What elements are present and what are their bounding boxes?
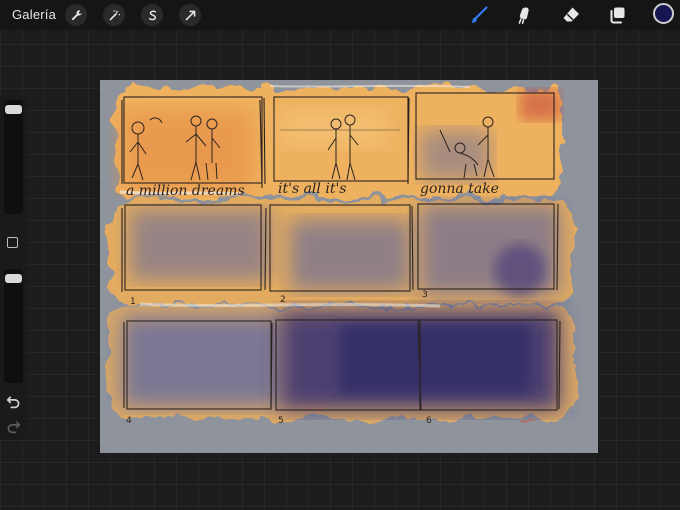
captions: a million dreams it's all it's gonna tak… <box>126 181 499 199</box>
opacity-slider[interactable] <box>4 269 23 383</box>
wrench-icon <box>71 9 82 20</box>
smudge-tool-button[interactable] <box>512 3 536 27</box>
panel-number-6: 6 <box>426 416 432 426</box>
drawing-canvas[interactable]: a million dreams it's all it's gonna tak… <box>100 80 598 453</box>
selection-button[interactable] <box>141 4 163 26</box>
layers-button[interactable] <box>605 3 629 27</box>
row2-wash <box>108 200 574 304</box>
actions-button[interactable] <box>65 4 87 26</box>
adjustments-button[interactable] <box>103 4 125 26</box>
caption-2: it's all it's <box>278 181 346 197</box>
layers-icon <box>610 7 625 24</box>
panel-number-4: 4 <box>126 416 132 426</box>
artist-signature <box>519 419 536 423</box>
top-toolbar: Galería <box>0 0 680 30</box>
row3-wash <box>108 306 576 418</box>
opacity-thumb[interactable] <box>5 274 22 283</box>
redo-icon[interactable] <box>5 418 22 435</box>
left-sidebar <box>0 95 27 440</box>
brush-size-slider[interactable] <box>4 100 23 214</box>
panel-number-3: 3 <box>422 290 428 300</box>
caption-3: gonna take <box>420 181 499 197</box>
transform-button[interactable] <box>179 4 201 26</box>
panel-number-2: 2 <box>280 295 286 305</box>
brush-size-thumb[interactable] <box>5 105 22 114</box>
caption-1: a million dreams <box>126 183 245 199</box>
smudge-icon <box>518 7 529 24</box>
row1-wash <box>114 88 562 196</box>
brush-icon <box>471 6 488 23</box>
magic-wand-icon <box>109 9 120 20</box>
storyboard-artwork: a million dreams it's all it's gonna tak… <box>108 84 576 426</box>
eraser-tool-button[interactable] <box>559 3 583 27</box>
gallery-button[interactable]: Galería <box>12 7 56 22</box>
undo-icon[interactable] <box>5 393 22 410</box>
panel-number-5: 5 <box>278 416 284 426</box>
transform-arrow-icon <box>185 10 195 20</box>
selection-s-icon <box>148 10 156 20</box>
panel-number-1: 1 <box>130 297 136 307</box>
color-picker-button[interactable] <box>653 3 674 24</box>
modify-square-icon[interactable] <box>7 237 18 248</box>
eraser-icon <box>563 7 579 22</box>
brush-tool-button[interactable] <box>467 3 491 27</box>
